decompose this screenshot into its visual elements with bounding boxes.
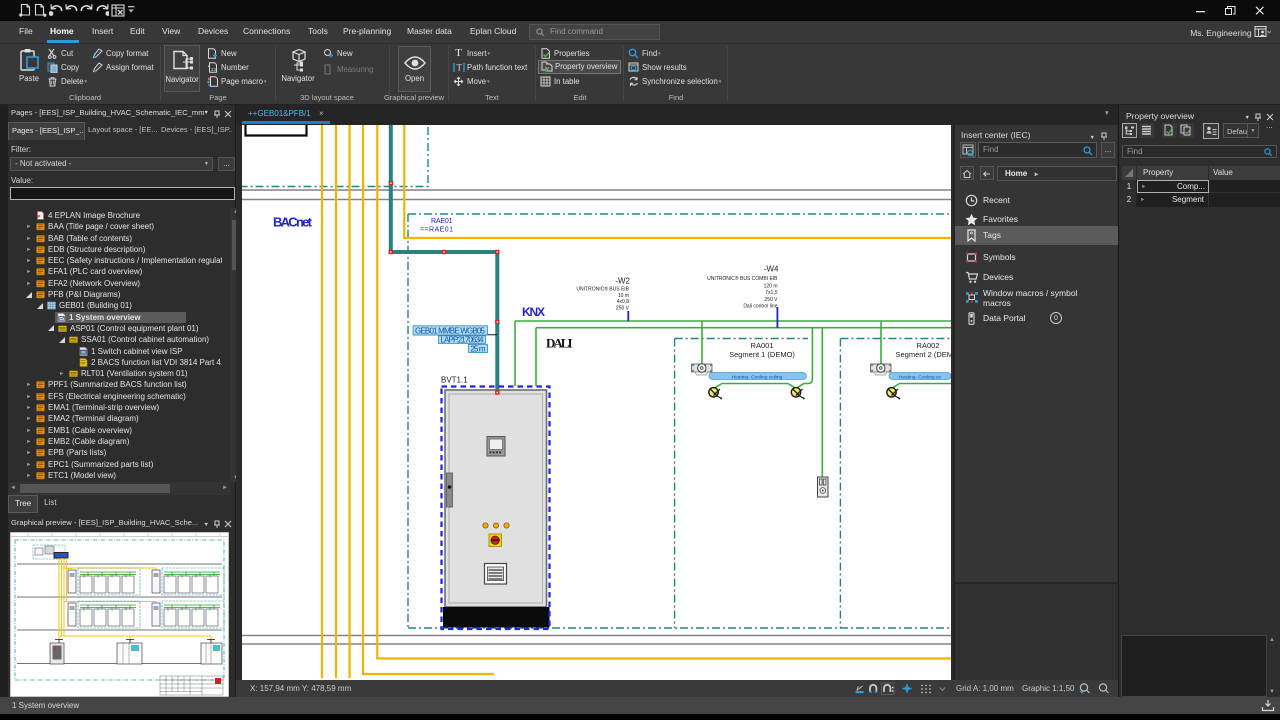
svg-text:4x0,8: 4x0,8 — [617, 299, 629, 305]
svg-text:BACnet: BACnet — [273, 215, 313, 230]
svg-text:Heating- Cooling ce: Heating- Cooling ce — [899, 374, 941, 380]
svg-text:RAE01: RAE01 — [431, 218, 453, 225]
svg-text:RA002: RA002 — [917, 341, 940, 350]
svg-text:UNITRONIC® BUS EIB: UNITRONIC® BUS EIB — [576, 285, 629, 292]
svg-text:DALI: DALI — [546, 336, 573, 351]
svg-text:-W4: -W4 — [764, 264, 779, 273]
svg-text:Segment 2 (DEM: Segment 2 (DEM — [896, 350, 952, 359]
svg-text:23: 23 — [211, 67, 217, 72]
svg-text:RA001: RA001 — [751, 341, 774, 350]
svg-text:250 V: 250 V — [764, 297, 778, 303]
svg-text:T: T — [457, 62, 463, 72]
svg-text:GEB01 MMBE WGB05: GEB01 MMBE WGB05 — [415, 326, 486, 335]
svg-text:KNX: KNX — [522, 305, 545, 319]
svg-text:UNITRONIC® BUS COMBI EIB: UNITRONIC® BUS COMBI EIB — [707, 275, 778, 282]
svg-text:Dali control line: Dali control line — [743, 304, 777, 310]
svg-text:7x1,5: 7x1,5 — [765, 290, 777, 296]
svg-text:Segment 1 (DEMO): Segment 1 (DEMO) — [729, 350, 795, 359]
svg-text:120 m: 120 m — [764, 283, 778, 289]
svg-text:25 m: 25 m — [471, 344, 486, 353]
svg-text:250 V: 250 V — [616, 305, 630, 311]
svg-text:10 m: 10 m — [618, 293, 629, 299]
svg-text:BVT1.1: BVT1.1 — [441, 375, 468, 384]
svg-text:P: P — [38, 214, 41, 219]
svg-text:-W2: -W2 — [615, 276, 630, 285]
svg-text:==RAE01: ==RAE01 — [420, 226, 453, 233]
svg-text:LAPP.2170634: LAPP.2170634 — [441, 335, 485, 344]
svg-text:Heating- Cooling ceiling: Heating- Cooling ceiling — [732, 374, 783, 380]
